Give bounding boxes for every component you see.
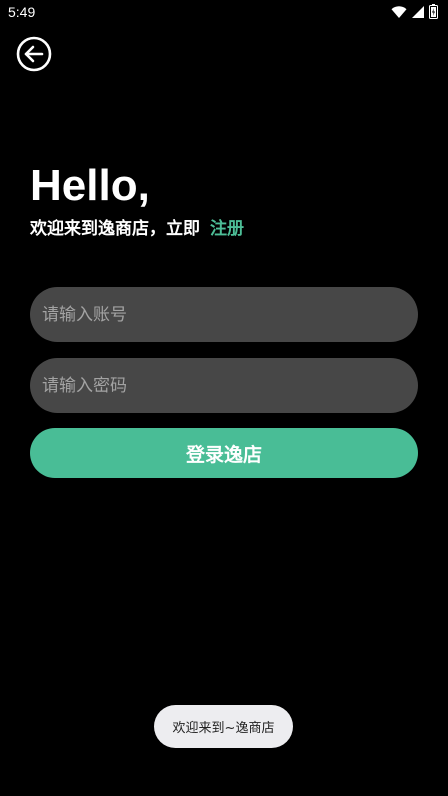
register-link[interactable]: 注册 [210,214,244,239]
password-input[interactable] [40,357,408,414]
status-icons [391,4,438,19]
wifi-icon [391,5,407,19]
login-button[interactable]: 登录逸店 [30,428,418,478]
toast-message: 欢迎来到~逸商店 [154,705,293,748]
account-input[interactable] [40,286,408,343]
hello-heading: Hello, [30,161,150,210]
welcome-line: 欢迎来到逸商店，立即 注册 [30,214,244,239]
battery-icon [429,4,438,19]
welcome-text: 欢迎来到逸商店，立即 [30,219,200,239]
back-button[interactable] [16,36,52,72]
account-field-container [30,286,418,343]
status-bar: 5:49 [0,0,448,26]
status-time: 5:49 [8,4,36,20]
password-field-container [30,357,418,414]
back-arrow-circle-icon [16,36,52,72]
cellular-signal-icon [411,5,425,19]
